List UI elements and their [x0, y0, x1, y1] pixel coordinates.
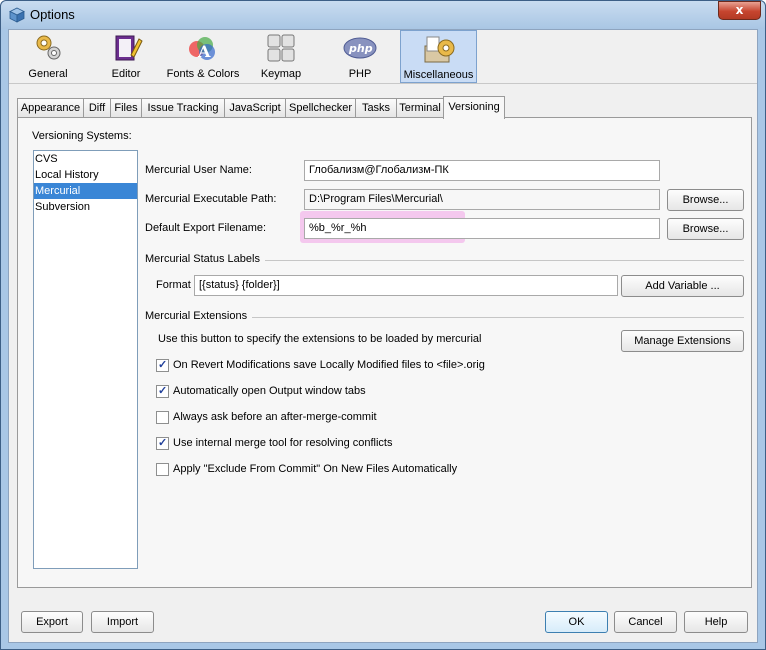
exec-path-label: Mercurial Executable Path: — [145, 193, 277, 205]
close-icon: x — [735, 3, 744, 17]
tab-diff[interactable]: Diff — [83, 98, 111, 118]
add-variable-button[interactable]: Add Variable ... — [621, 275, 744, 297]
category-php[interactable]: php PHP — [327, 30, 393, 83]
extensions-divider — [252, 317, 744, 318]
versioning-panel: Versioning Systems: CVS Local History Me… — [17, 117, 752, 588]
checkbox-ask-merge-commit[interactable]: Always ask before an after-merge-commit — [156, 410, 616, 426]
cancel-button[interactable]: Cancel — [614, 611, 677, 633]
tab-versioning[interactable]: Versioning — [443, 96, 505, 119]
tab-files[interactable]: Files — [110, 98, 142, 118]
tab-javascript[interactable]: JavaScript — [224, 98, 286, 118]
gears-icon — [36, 35, 61, 60]
checkbox-internal-merge[interactable]: Use internal merge tool for resolving co… — [156, 436, 616, 452]
tab-tasks[interactable]: Tasks — [355, 98, 397, 118]
category-label: Miscellaneous — [403, 69, 474, 81]
checkbox-box[interactable] — [156, 384, 169, 398]
user-name-field[interactable]: Глобализм@Глобализм-ПК — [304, 160, 660, 181]
list-item-local-history[interactable]: Local History — [34, 167, 137, 183]
category-miscellaneous[interactable]: Miscellaneous — [400, 30, 477, 83]
format-label: Format — [156, 279, 191, 291]
import-button[interactable]: Import — [91, 611, 154, 633]
tab-terminal[interactable]: Terminal — [396, 98, 444, 118]
checkbox-box[interactable] — [156, 358, 169, 372]
svg-text:A: A — [197, 42, 211, 61]
list-item-mercurial[interactable]: Mercurial — [34, 183, 137, 199]
close-button[interactable]: x — [718, 1, 761, 20]
category-editor[interactable]: Editor — [92, 30, 160, 83]
app-cube-icon — [9, 7, 25, 23]
format-field[interactable]: [{status} {folder}] — [194, 275, 618, 296]
fonts-colors-icon: A — [189, 37, 215, 61]
window-title: Options — [30, 7, 75, 22]
export-button[interactable]: Export — [21, 611, 83, 633]
checkbox-label: Always ask before an after-merge-commit — [173, 411, 377, 423]
extensions-title: Mercurial Extensions — [145, 310, 248, 322]
exec-path-field[interactable]: D:\Program Files\Mercurial\ — [304, 189, 660, 210]
list-item-subversion[interactable]: Subversion — [34, 199, 137, 215]
dialog-client: General Editor A Fonts & Colors Keymap p… — [8, 29, 758, 643]
category-label: Editor — [111, 68, 141, 80]
options-window: Options x General Editor A Fonts & Color… — [0, 0, 766, 650]
user-name-label: Mercurial User Name: — [145, 164, 252, 176]
category-label: General — [28, 68, 68, 80]
category-fonts-colors[interactable]: A Fonts & Colors — [166, 30, 240, 83]
export-filename-label: Default Export Filename: — [145, 222, 267, 234]
category-label: Keymap — [260, 68, 302, 80]
category-label: Fonts & Colors — [166, 68, 240, 80]
checkbox-label: Use internal merge tool for resolving co… — [173, 437, 393, 449]
category-keymap[interactable]: Keymap — [249, 30, 313, 83]
checkbox-label: On Revert Modifications save Locally Mod… — [173, 359, 485, 371]
versioning-systems-label: Versioning Systems: — [32, 130, 132, 142]
status-labels-title: Mercurial Status Labels — [145, 253, 260, 265]
checkbox-open-output[interactable]: Automatically open Output window tabs — [156, 384, 616, 400]
checkbox-box[interactable] — [156, 463, 169, 476]
checkbox-label: Apply "Exclude From Commit" On New Files… — [173, 463, 458, 475]
tab-issue-tracking[interactable]: Issue Tracking — [141, 98, 225, 118]
browse-export-button[interactable]: Browse... — [667, 218, 744, 240]
category-label: PHP — [348, 68, 372, 80]
title-bar[interactable]: Options x — [1, 1, 765, 29]
extensions-description: Use this button to specify the extension… — [158, 333, 482, 345]
versioning-systems-list[interactable]: CVS Local History Mercurial Subversion — [33, 150, 138, 569]
editor-icon — [115, 35, 143, 61]
php-icon: php — [343, 37, 377, 59]
checkbox-box[interactable] — [156, 411, 169, 424]
tab-spellchecker[interactable]: Spellchecker — [285, 98, 356, 118]
tab-appearance[interactable]: Appearance — [17, 98, 84, 118]
checkbox-exclude-new-files[interactable]: Apply "Exclude From Commit" On New Files… — [156, 462, 616, 478]
miscellaneous-icon — [424, 36, 454, 63]
checkbox-label: Automatically open Output window tabs — [173, 385, 366, 397]
help-button[interactable]: Help — [684, 611, 748, 633]
checkbox-box[interactable] — [156, 436, 169, 450]
manage-extensions-button[interactable]: Manage Extensions — [621, 330, 744, 352]
category-toolbar: General Editor A Fonts & Colors Keymap p… — [9, 30, 757, 84]
browse-exec-button[interactable]: Browse... — [667, 189, 744, 211]
status-labels-divider — [265, 260, 744, 261]
checkbox-save-orig[interactable]: On Revert Modifications save Locally Mod… — [156, 358, 616, 374]
category-general[interactable]: General — [13, 30, 83, 83]
svg-text:php: php — [348, 42, 373, 55]
export-filename-field[interactable]: %b_%r_%h — [304, 218, 660, 239]
keymap-icon — [267, 34, 295, 62]
list-item-cvs[interactable]: CVS — [34, 151, 137, 167]
ok-button[interactable]: OK — [545, 611, 608, 633]
